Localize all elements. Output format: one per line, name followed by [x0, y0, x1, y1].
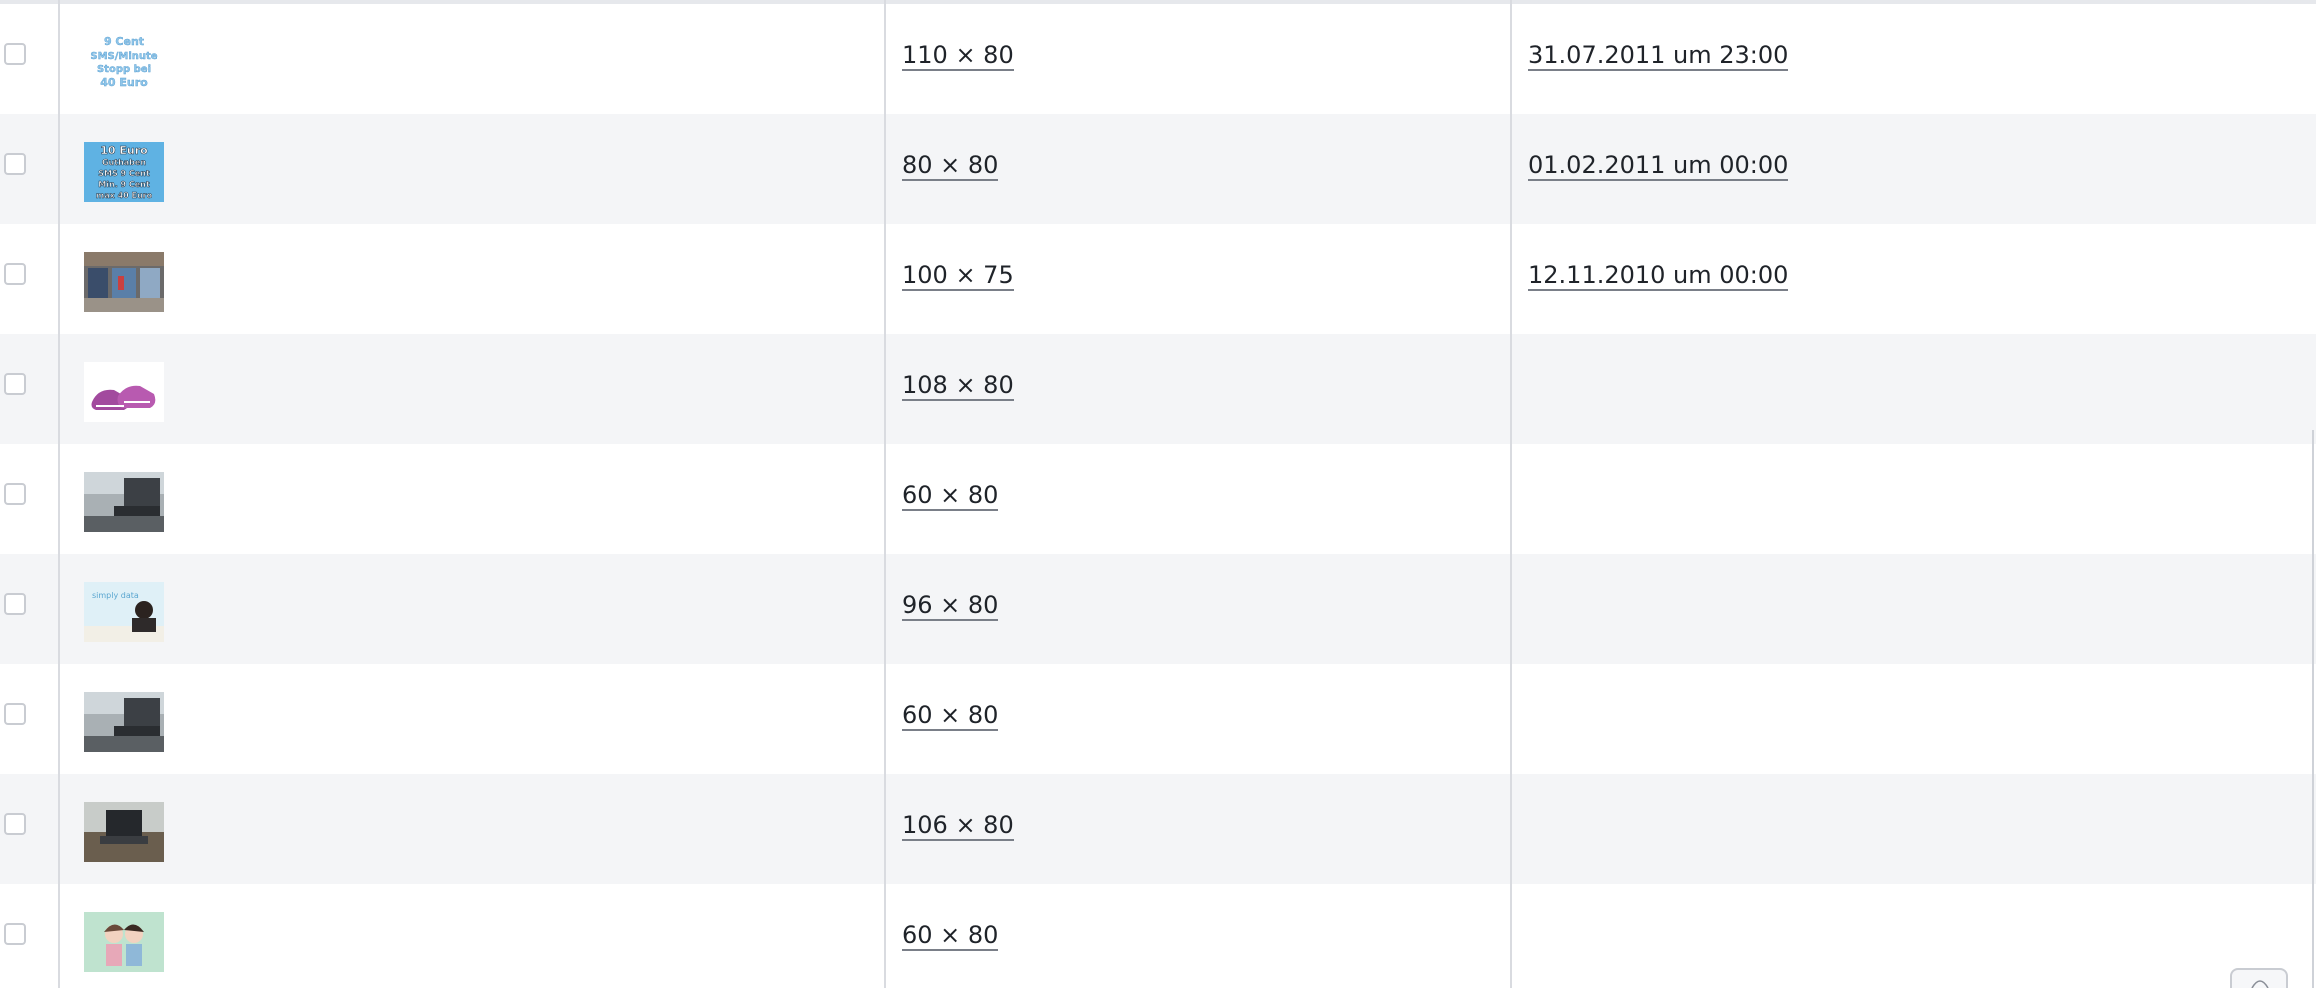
thumb-text-line-4: 40 Euro	[100, 76, 148, 89]
dimensions-link[interactable]: 80 × 80	[902, 152, 999, 181]
row-select-checkbox[interactable]	[4, 153, 26, 175]
thumb-text-line-3: Stopp bei	[97, 64, 151, 75]
table-row[interactable]: 108 × 80	[0, 334, 2316, 444]
table-row[interactable]: simply data 96 × 80	[0, 554, 2316, 664]
sms-offer-thumb[interactable]: 9 Cent SMS/Minute Stopp bei 40 Euro	[84, 32, 164, 92]
thumb-text-line-5: max 40 Euro	[96, 191, 153, 200]
table-row[interactable]: 60 × 80	[0, 444, 2316, 554]
date-link[interactable]: 31.07.2011 um 23:00	[1528, 42, 1789, 71]
credit-offer-thumb[interactable]: 10 Euro Guthaben SMS 9 Cent Min. 9 Cent …	[84, 142, 164, 202]
thumb-text-line-4: Min. 9 Cent	[98, 180, 150, 189]
dimensions-link[interactable]: 96 × 80	[902, 592, 999, 621]
dimensions-link[interactable]: 100 × 75	[902, 262, 1014, 291]
column-divider	[58, 0, 60, 988]
dimensions-link[interactable]: 60 × 80	[902, 702, 999, 731]
dimensions-link[interactable]: 108 × 80	[902, 372, 1014, 401]
help-icon	[2251, 980, 2269, 988]
row-select-checkbox[interactable]	[4, 703, 26, 725]
row-select-checkbox[interactable]	[4, 373, 26, 395]
dimensions-link[interactable]: 110 × 80	[902, 42, 1014, 71]
row-select-checkbox[interactable]	[4, 483, 26, 505]
column-divider	[1510, 0, 1512, 988]
column-divider	[884, 0, 886, 988]
thumb-text-line-3: SMS 9 Cent	[98, 169, 150, 178]
person-ad-thumb[interactable]: simply data	[84, 582, 164, 642]
dimensions-link[interactable]: 106 × 80	[902, 812, 1014, 841]
table-row[interactable]: 60 × 80	[0, 664, 2316, 774]
row-select-checkbox[interactable]	[4, 43, 26, 65]
media-table: 9 Cent SMS/Minute Stopp bei 40 Euro 110 …	[0, 0, 2316, 988]
laptop-outdoor-thumb[interactable]	[84, 472, 164, 532]
dimensions-link[interactable]: 60 × 80	[902, 482, 999, 511]
row-select-checkbox[interactable]	[4, 923, 26, 945]
row-select-checkbox[interactable]	[4, 813, 26, 835]
thumb-text-line-2: Guthaben	[102, 158, 146, 167]
thumb-text-line-1: 10 Euro	[100, 144, 148, 157]
thumb-text-line-1: simply data	[92, 591, 139, 600]
row-select-checkbox[interactable]	[4, 593, 26, 615]
help-button[interactable]	[2230, 968, 2288, 988]
table-row[interactable]: 60 × 80	[0, 884, 2316, 988]
laptop-outdoor-thumb-2[interactable]	[84, 692, 164, 752]
couple-illustration-thumb[interactable]	[84, 912, 164, 972]
sneakers-thumb[interactable]	[84, 362, 164, 422]
date-link[interactable]: 01.02.2011 um 00:00	[1528, 152, 1789, 181]
thumb-text-line-1: 9 Cent	[104, 35, 144, 48]
dimensions-link[interactable]: 60 × 80	[902, 922, 999, 951]
scroll-edge	[2312, 430, 2314, 988]
storefront-thumb[interactable]	[84, 252, 164, 312]
date-link[interactable]: 12.11.2010 um 00:00	[1528, 262, 1789, 291]
row-select-checkbox[interactable]	[4, 263, 26, 285]
table-row[interactable]: 10 Euro Guthaben SMS 9 Cent Min. 9 Cent …	[0, 114, 2316, 224]
table-row[interactable]: 100 × 75 12.11.2010 um 00:00	[0, 224, 2316, 334]
table-row[interactable]: 9 Cent SMS/Minute Stopp bei 40 Euro 110 …	[0, 4, 2316, 114]
table-row[interactable]: 106 × 80	[0, 774, 2316, 884]
laptop-field-thumb[interactable]	[84, 802, 164, 862]
thumb-text-line-2: SMS/Minute	[90, 51, 157, 62]
